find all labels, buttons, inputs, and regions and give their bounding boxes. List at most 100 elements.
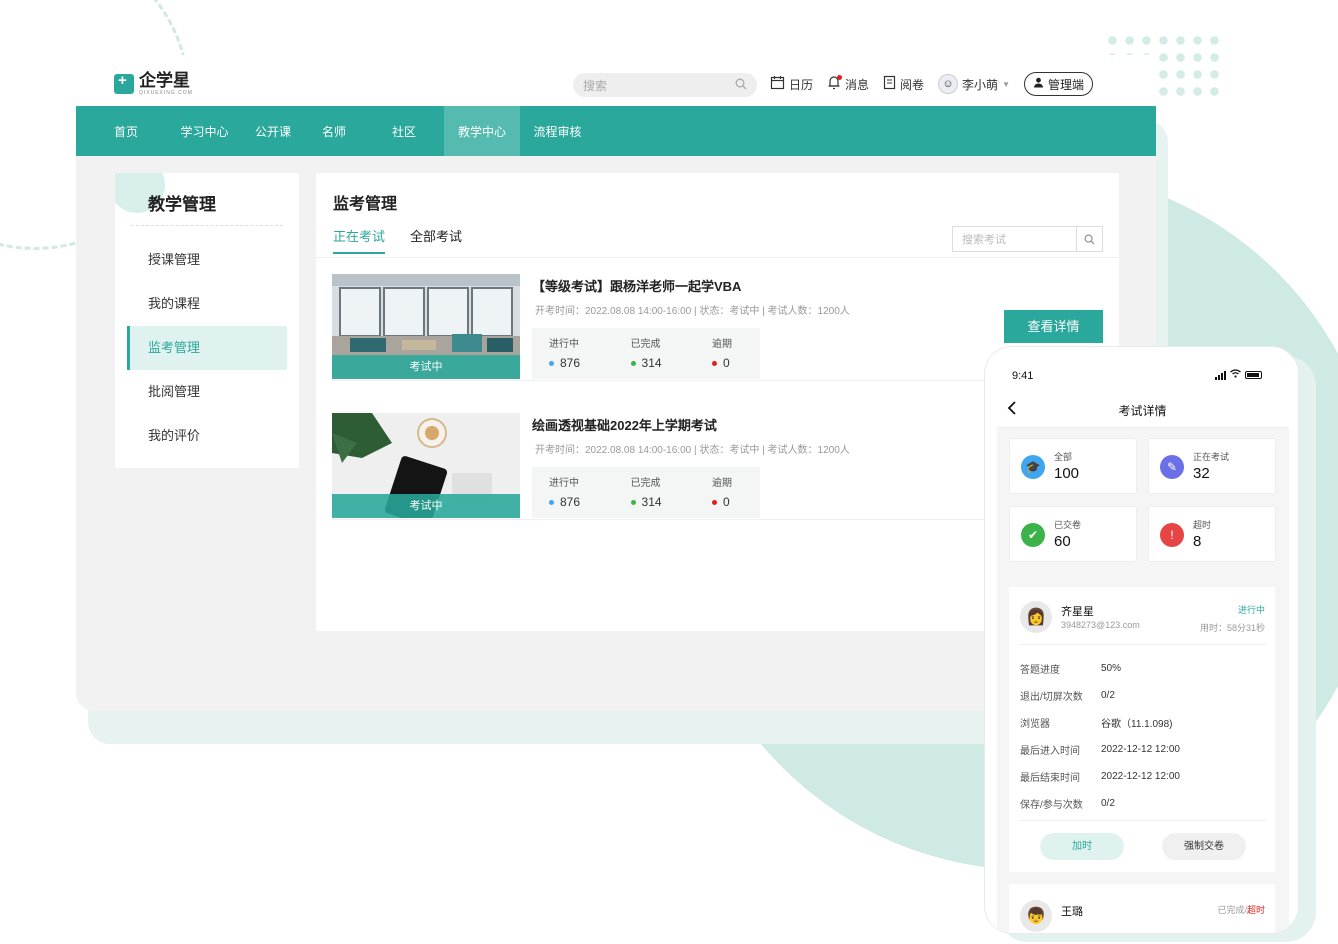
exam-status-badge: 考试中 [332,494,520,518]
examinee-name: 王璐 [1061,906,1083,918]
detail-key: 退出/切屏次数 [1020,692,1083,703]
examinee-avatar: 👩 [1020,601,1052,633]
red-dot-icon [712,499,718,505]
pencil-icon: ✎ [1160,455,1184,479]
summary-label: 已交卷 [1054,520,1082,530]
summary-card-timeout[interactable]: ! 超时 8 [1148,506,1276,562]
wifi-icon [1230,369,1241,381]
logo-subtext: QIXUEXING.COM [139,90,193,96]
nav-teachers[interactable]: 名师 [304,106,364,156]
red-dot-icon [712,360,718,366]
nav-home[interactable]: 首页 [114,106,167,156]
nav-open-courses[interactable]: 公开课 [242,106,304,156]
bell-icon [827,74,843,94]
user-name: 李小萌 [962,77,999,92]
detail-row: 浏览器 谷歌（11.1.098) [1020,709,1266,736]
tab-ongoing-exams[interactable]: 正在考试 [333,226,386,254]
calendar-icon [770,75,785,94]
summary-value: 60 [1054,533,1071,550]
examinee-name: 齐星星 [1061,606,1094,618]
card-divider [1020,644,1266,645]
stat-overdue: 逾期 0 [712,467,760,518]
phone-header-divider [997,427,1289,428]
add-time-button[interactable]: 加时 [1040,833,1124,860]
detail-row: 退出/切屏次数 0/2 [1020,682,1266,709]
nav-learning-center[interactable]: 学习中心 [167,106,242,156]
document-icon [883,75,896,94]
phone-page-title: 考试详情 [1118,404,1167,418]
stat-value: 0 [723,495,730,509]
page-title: 监考管理 [333,196,398,213]
phone-mockup: 9:41 考试详情 🎓 全部 100 ✎ 正在考试 32 ✔ 已交卷 60 ! … [984,346,1299,934]
exam-tabs: 正在考试 全部考试 [333,226,462,254]
tab-all-exams[interactable]: 全部考试 [410,226,462,254]
global-search-input[interactable]: 搜索 [573,73,757,97]
nav-teaching-center[interactable]: 教学中心 [444,106,520,156]
user-avatar: ☺ [938,74,959,94]
force-submit-button[interactable]: 强制交卷 [1162,833,1246,860]
status-bar-time: 9:41 [1012,370,1034,382]
examinee-details: 答题进度 50% 退出/切屏次数 0/2 浏览器 谷歌（11.1.098) 最后进入时… [1020,655,1266,817]
grading-button[interactable]: 阅卷 [883,72,924,96]
detail-row: 保存/参与次数 0/2 [1020,790,1266,817]
sidebar-item-proctoring[interactable]: 监考管理 [127,326,287,370]
sidebar-item-my-reviews[interactable]: 我的评价 [115,414,299,458]
stat-label: 逾期 [712,339,733,350]
main-nav: 首页 学习中心 公开课 名师 社区 教学中心 流程审核 [76,106,1156,156]
stat-label: 已完成 [630,339,661,350]
check-icon: ✔ [1021,523,1045,547]
messages-label: 消息 [845,77,870,92]
exam-stats: 进行中 876 已完成 314 逾期 0 [532,328,760,379]
admin-button[interactable]: 管理端 [1023,72,1093,96]
stat-label: 进行中 [549,478,579,489]
search-icon[interactable] [1076,227,1102,251]
search-placeholder: 搜索 [583,78,608,93]
detail-value: 2022-12-12 12:00 [1101,744,1180,755]
sidebar: 教学管理 授课管理 我的课程 监考管理 批阅管理 我的评价 [115,173,299,468]
user-icon [1033,77,1044,91]
detail-value: 谷歌（11.1.098) [1101,719,1173,730]
sidebar-item-grading[interactable]: 批阅管理 [115,370,299,414]
admin-button-label: 管理端 [1047,77,1084,92]
logo-text: 企学星 [139,71,190,90]
summary-label: 正在考试 [1193,452,1230,462]
logo[interactable]: 企学星 QIXUEXING.COM [114,72,193,96]
detail-value: 0/2 [1101,798,1115,809]
detail-key: 浏览器 [1020,719,1050,730]
top-bar: 企学星 QIXUEXING.COM 搜索 日历 [76,55,1156,106]
examinee-card[interactable]: 👩 齐星星 3948273@123.com 进行中 用时：58分31秒 答题进度… [1009,587,1275,872]
exam-title[interactable]: 绘画透视基础2022年上学期考试 [532,415,717,434]
user-menu[interactable]: ☺ 李小萌 ▼ [938,72,1010,96]
battery-icon [1245,371,1262,379]
calendar-button[interactable]: 日历 [770,72,813,96]
exam-search-placeholder: 搜索考试 [962,234,1006,246]
examinee-email: 3948273@123.com [1061,620,1140,630]
examinee-card[interactable]: 👦 王璐 已完成/超时 [1009,884,1275,933]
messages-button[interactable]: 消息 [827,72,869,96]
summary-card-all[interactable]: 🎓 全部 100 [1009,438,1137,494]
grading-label: 阅卷 [900,77,925,92]
sidebar-item-my-courses[interactable]: 我的课程 [115,282,299,326]
green-dot-icon [630,499,636,505]
stat-completed: 已完成 314 [630,328,713,379]
stat-label: 逾期 [712,478,733,489]
detail-key: 最后结束时间 [1020,773,1080,784]
exam-search-input[interactable]: 搜索考试 [952,226,1103,252]
view-details-button[interactable]: 查看详情 [1004,310,1103,343]
exam-title[interactable]: 【等级考试】跟杨洋老师一起学VBA [532,276,741,295]
detail-value: 0/2 [1101,690,1115,701]
sidebar-item-teaching[interactable]: 授课管理 [115,238,299,282]
stat-label: 进行中 [549,339,579,350]
detail-key: 保存/参与次数 [1020,800,1083,811]
search-icon[interactable] [735,78,747,93]
exam-meta: 开考时间：2022.08.08 14:00-16:00 | 状态：考试中 | 考… [535,445,850,456]
sidebar-title: 教学管理 [148,195,216,214]
summary-value: 32 [1193,465,1210,482]
stat-value: 0 [723,356,730,370]
nav-workflow-review[interactable]: 流程审核 [520,106,595,156]
examinee-avatar: 👦 [1020,900,1052,932]
nav-community[interactable]: 社区 [364,106,444,156]
summary-card-submitted[interactable]: ✔ 已交卷 60 [1009,506,1137,562]
summary-card-in-exam[interactable]: ✎ 正在考试 32 [1148,438,1276,494]
chevron-down-icon: ▼ [1002,79,1010,89]
